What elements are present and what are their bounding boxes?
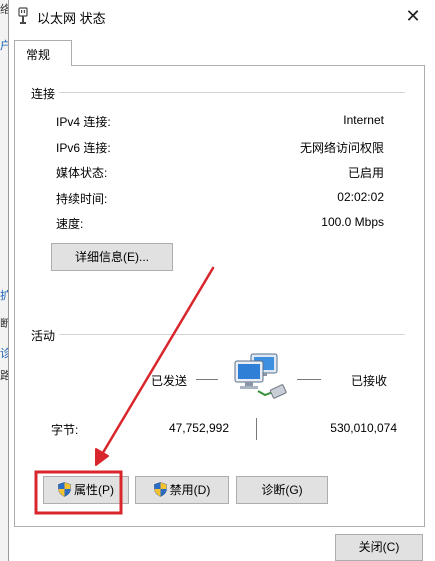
sent-dash: [196, 379, 218, 380]
diagnose-button[interactable]: 诊断(G): [236, 476, 328, 504]
tab-panel-general: 连接 IPv4 连接: Internet IPv6 连接: 无网络访问权限 媒体…: [14, 65, 425, 527]
disable-button-label: 禁用(D): [169, 483, 211, 497]
network-computers-icon: [234, 353, 287, 399]
bytes-label: 字节:: [51, 423, 79, 437]
tab-general[interactable]: 常规: [14, 40, 72, 66]
speed-value: 100.0 Mbps: [321, 215, 384, 229]
uac-shield-icon: [58, 482, 71, 497]
details-button[interactable]: 详细信息(E)...: [51, 243, 173, 271]
activity-section-label: 活动: [31, 327, 60, 344]
ipv4-label: IPv4 连接:: [56, 115, 111, 129]
window-title: 以太网 状态: [37, 11, 106, 26]
close-button-label: 关闭(C): [358, 540, 400, 554]
network-adapter-icon: [18, 7, 28, 24]
ipv6-value: 无网络访问权限: [299, 141, 384, 155]
ipv4-value: Internet: [343, 113, 384, 127]
tab-label: 常规: [26, 48, 51, 62]
details-button-label: 详细信息(E)...: [75, 250, 149, 264]
connection-section-label: 连接: [31, 85, 60, 102]
bytes-divider: [256, 418, 257, 440]
properties-button[interactable]: 属性(P): [43, 476, 129, 504]
duration-label: 持续时间:: [56, 192, 108, 206]
received-label: 已接收: [351, 374, 388, 388]
media-state-label: 媒体状态:: [56, 166, 108, 180]
duration-value: 02:02:02: [337, 190, 384, 204]
title-bar[interactable]: 以太网 状态 ✕: [9, 0, 435, 32]
activity-separator: [31, 334, 405, 335]
properties-button-label: 属性(P): [74, 483, 114, 497]
speed-label: 速度:: [56, 217, 84, 231]
connection-separator: [31, 92, 405, 93]
ipv6-label: IPv6 连接:: [56, 141, 111, 155]
close-window-button[interactable]: ✕: [399, 2, 427, 30]
uac-shield-icon: [153, 482, 167, 497]
sent-label: 已发送: [151, 374, 188, 388]
bytes-received-value: 530,010,074: [330, 421, 397, 435]
close-icon: ✕: [405, 6, 421, 26]
close-button[interactable]: 关闭(C): [335, 534, 423, 561]
ethernet-status-dialog: 以太网 状态 ✕ 常规 连接 IPv4 连接: Internet IPv6 连接…: [8, 0, 435, 561]
bytes-sent-value: 47,752,992: [168, 421, 229, 435]
received-dash: [297, 379, 321, 380]
diagnose-button-label: 诊断(G): [261, 483, 303, 497]
disable-button[interactable]: 禁用(D): [135, 476, 229, 504]
media-state-value: 已启用: [347, 166, 384, 180]
